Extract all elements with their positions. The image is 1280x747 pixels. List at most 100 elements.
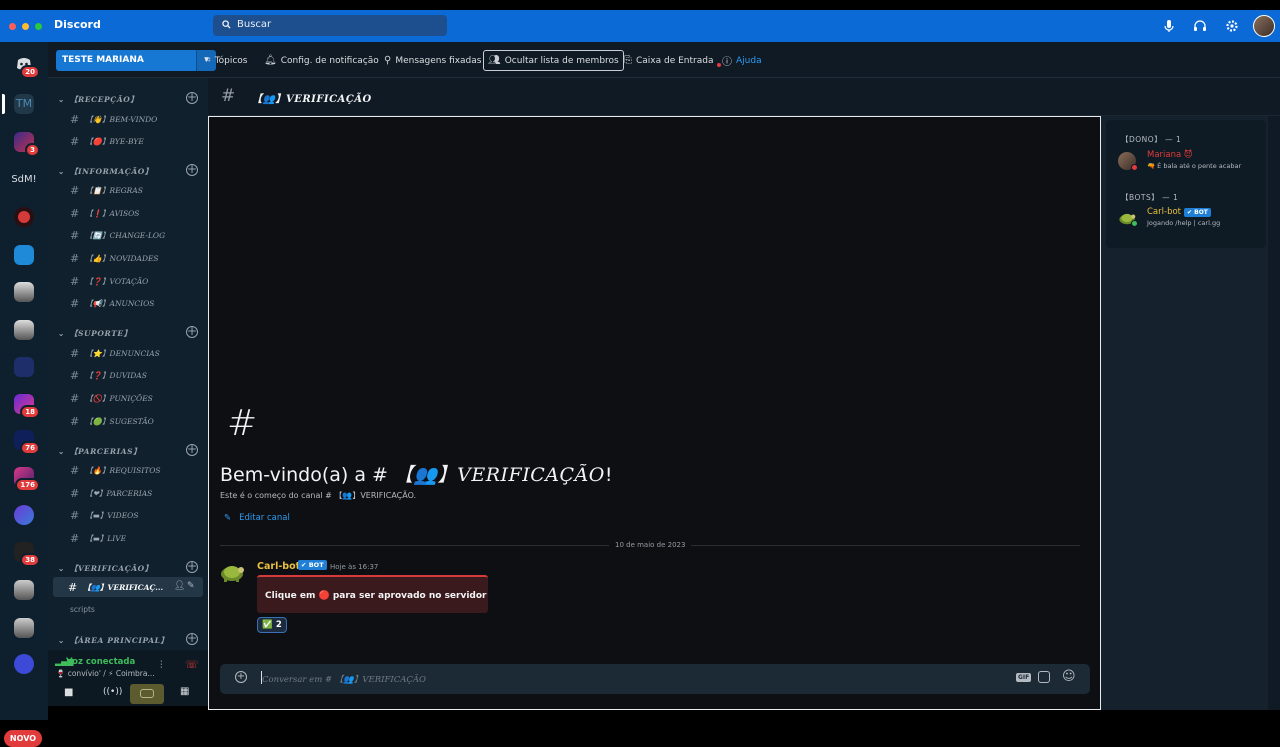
channel-novidades[interactable]: # 【👍】NOVIDADES xyxy=(70,252,159,265)
server-16[interactable] xyxy=(14,654,34,674)
edit-channel-link[interactable]: ✎ Editar canal xyxy=(224,513,290,523)
channel-parcerias[interactable]: # 【❤】PARCERIAS xyxy=(70,487,152,500)
server-10[interactable]: 76 xyxy=(14,430,40,455)
member-status: 🔫 É bala até o pente acabar xyxy=(1147,162,1242,170)
channel-anuncios[interactable]: # 【📢】ANUNCIOS xyxy=(70,297,154,310)
camera-icon[interactable]: ■ xyxy=(64,687,73,698)
channel-votacao[interactable]: # 【❓】VOTAÇÃO xyxy=(70,275,148,288)
server-6[interactable] xyxy=(14,282,34,302)
channel-videos[interactable]: # 【▬】VIDEOS xyxy=(70,509,138,522)
server-8[interactable] xyxy=(14,357,34,377)
bot-tag: ✔ BOT xyxy=(1184,208,1211,217)
message-author[interactable]: Carl-bot xyxy=(257,561,300,572)
channel-bem-vindo[interactable]: # 【👋】BEM-VINDO xyxy=(70,113,157,126)
channel-regras[interactable]: # 【📋】REGRAS xyxy=(70,184,143,197)
add-channel-icon[interactable]: + xyxy=(186,560,198,573)
notification-badge: 18 xyxy=(20,405,40,419)
add-channel-icon[interactable]: + xyxy=(186,163,198,176)
sticker-icon[interactable] xyxy=(1038,671,1050,683)
pinned-messages-button[interactable]: ⚲ Mensagens fixadas xyxy=(380,50,485,71)
voice-status[interactable]: Voz conectada xyxy=(66,657,135,667)
channel-change-log[interactable]: # 【🔄】CHANGE-LOG xyxy=(70,229,165,242)
member-list-panel: 【DONO】 — 1 Mariana 😈 🔫 É bala até o pent… xyxy=(1106,120,1266,248)
channel-sugestao[interactable]: # 【🟢】SUGESTÃO xyxy=(70,415,154,428)
notification-settings-button[interactable]: 🔔︎ Config. de notificação xyxy=(260,50,383,71)
category-recepcao[interactable]: ⌄ 【RECEPÇÃO】 xyxy=(58,94,139,105)
close-window-button[interactable] xyxy=(9,23,16,30)
welcome-hash-icon: # xyxy=(227,403,258,444)
help-button[interactable]: ⓘ Ajuda xyxy=(718,50,766,71)
new-badge[interactable]: NOVO xyxy=(4,730,42,747)
server-5[interactable] xyxy=(14,245,34,265)
category-verificacao[interactable]: ⌄ 【VERIFICAÇÃO】 xyxy=(58,563,153,574)
disconnect-icon[interactable]: ☏ xyxy=(185,658,199,671)
add-channel-icon[interactable]: + xyxy=(186,632,198,645)
emoji-icon[interactable]: ☺ xyxy=(1062,669,1076,684)
maximize-window-button[interactable] xyxy=(35,23,42,30)
invite-icon[interactable]: 👤︎ xyxy=(174,581,185,591)
category-suporte[interactable]: ⌄ 【SUPORTE】 xyxy=(58,328,132,339)
add-channel-icon[interactable]: + xyxy=(186,443,198,456)
channel-verificacao[interactable]: # 【👥】VERIFICAÇ... xyxy=(68,581,163,594)
message-input[interactable]: Conversar em # 【👥】VERIFICAÇÃO xyxy=(261,671,426,685)
category-area-principal[interactable]: ⌄ 【ÁREA PRINCIPAL】 xyxy=(58,635,169,646)
role-header-dono: 【DONO】 — 1 xyxy=(1121,135,1182,144)
minimize-window-button[interactable] xyxy=(22,23,29,30)
server-12[interactable] xyxy=(14,505,34,525)
category-informacao[interactable]: ⌄ 【INFORMAÇÃO】 xyxy=(58,166,153,177)
pencil-icon: ✎ xyxy=(224,513,232,523)
server-select[interactable]: TESTE MARIANA xyxy=(56,50,196,71)
topics-button[interactable]: ⌗ Tópicos xyxy=(201,50,251,71)
gif-icon[interactable]: GIF xyxy=(1016,673,1032,682)
server-13[interactable]: 38 xyxy=(14,542,40,567)
server-7[interactable] xyxy=(14,320,34,340)
channel-live[interactable]: # 【▬】LIVE xyxy=(70,532,126,545)
channel-requisitos[interactable]: # 【🔥】REQUISITOS xyxy=(70,464,161,477)
server-11[interactable]: 176 xyxy=(14,467,40,492)
server-rail: 20 TM 3 SdM! 18 76 176 38 NOVO xyxy=(0,42,48,747)
online-status-icon xyxy=(1131,220,1138,227)
thread-scripts[interactable]: scripts xyxy=(70,605,95,614)
edit-channel-icon[interactable]: ✎ xyxy=(187,581,195,591)
hide-member-list-button[interactable]: 👥︎ Ocultar lista de membros xyxy=(483,50,624,71)
soundboard-icon[interactable]: ▦ xyxy=(180,686,189,697)
member-name[interactable]: Mariana 😈 xyxy=(1147,150,1193,160)
add-attachment-icon[interactable]: + xyxy=(235,671,247,683)
add-channel-icon[interactable]: + xyxy=(186,325,198,338)
server-4[interactable] xyxy=(14,207,34,227)
channel-avisos[interactable]: # 【❗】AVISOS xyxy=(70,207,139,220)
server-9[interactable]: 18 xyxy=(14,394,40,419)
server-2[interactable]: 3 xyxy=(14,132,40,157)
app-name: Discord xyxy=(54,18,101,31)
member-name[interactable]: Carl-bot xyxy=(1147,207,1181,217)
welcome-title: Bem-vindo(a) a # 【👥】VERIFICAÇÃO! xyxy=(220,464,613,486)
server-tm[interactable]: TM xyxy=(14,94,34,114)
channel-duvidas[interactable]: # 【❓】DUVIDAS xyxy=(70,369,147,382)
activity-icon[interactable]: ((•)) xyxy=(103,687,122,697)
user-avatar[interactable] xyxy=(1253,15,1275,37)
gear-icon[interactable] xyxy=(1224,18,1240,34)
category-parcerias[interactable]: ⌄ 【PARCERIAS】 xyxy=(58,446,141,457)
reaction-count: 2 xyxy=(275,620,282,630)
carl-bot-avatar[interactable] xyxy=(219,561,245,583)
channel-denuncias[interactable]: # 【⭐】DENUNCIAS xyxy=(70,347,160,360)
member-status: Jogando /help | carl.gg xyxy=(1147,219,1221,227)
channel-bye-bye[interactable]: # 【🔴】BYE-BYE xyxy=(70,135,144,148)
inbox-button[interactable]: ⎘ Caixa de Entrada xyxy=(620,50,725,71)
noise-suppression-icon[interactable]: ⫶ xyxy=(160,660,163,671)
chat-area: # Bem-vindo(a) a # 【👥】VERIFICAÇÃO! Este … xyxy=(208,116,1101,710)
server-15[interactable] xyxy=(14,618,34,638)
channel-punicoes[interactable]: # 【🚫】PUNIÇÕES xyxy=(70,392,153,405)
search-input[interactable]: Buscar xyxy=(213,15,447,36)
voice-location[interactable]: 🍷 convívio' / ⚡ Coimbra... xyxy=(56,669,155,678)
help-icon: ⓘ xyxy=(722,57,732,68)
reaction-button[interactable]: ✅ 2 xyxy=(257,617,287,633)
add-channel-icon[interactable]: + xyxy=(186,91,198,104)
screen-share-button[interactable] xyxy=(130,684,164,704)
server-14[interactable] xyxy=(14,580,34,600)
server-sdm[interactable]: SdM! xyxy=(10,170,38,190)
headphones-icon[interactable] xyxy=(1192,18,1208,34)
direct-messages-button[interactable]: 20 xyxy=(14,54,40,79)
message-composer[interactable]: + Conversar em # 【👥】VERIFICAÇÃO GIF ☺ xyxy=(220,664,1090,694)
microphone-icon[interactable] xyxy=(1161,18,1177,34)
